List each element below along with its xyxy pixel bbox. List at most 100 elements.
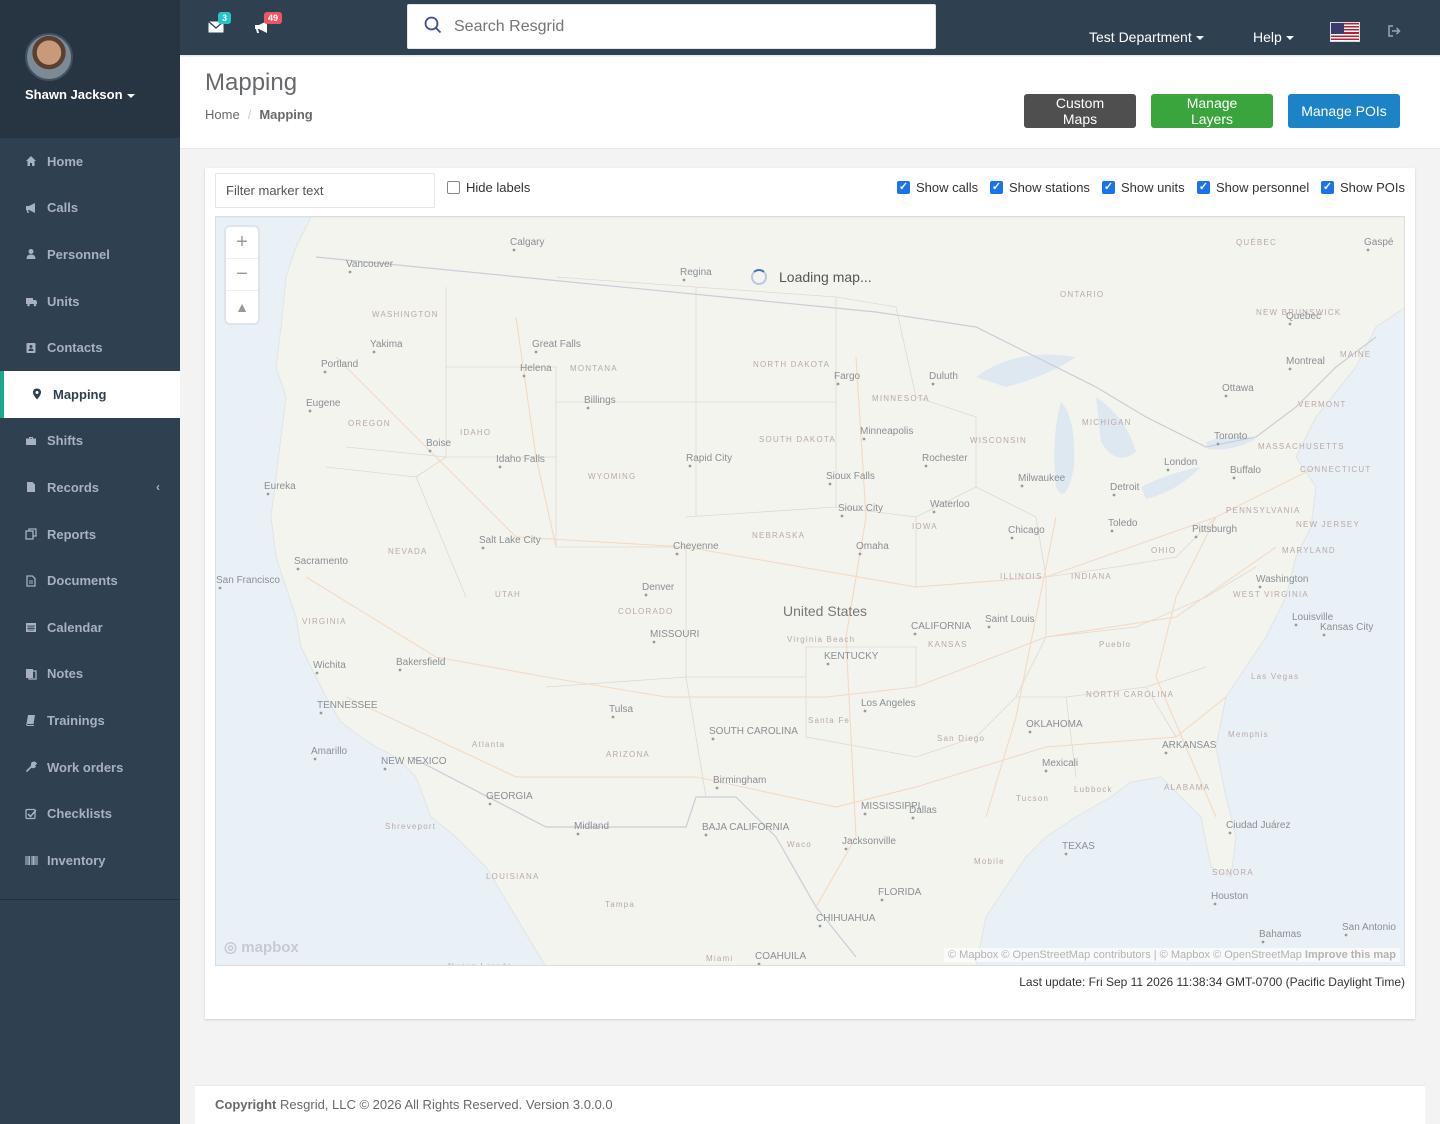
show-stations-checkbox[interactable]: Show stations (990, 180, 1090, 195)
checkbox-checked[interactable] (1197, 181, 1210, 194)
search-box[interactable] (407, 4, 936, 49)
zoom-out-button[interactable]: − (226, 259, 258, 291)
city-dot (913, 632, 917, 636)
city-dot (1322, 633, 1326, 637)
sidebar-item-label: Work orders (47, 759, 124, 775)
calendar-icon (24, 620, 38, 634)
sidebar-item-work-orders[interactable]: Work orders (0, 744, 180, 791)
page-title: Mapping (205, 69, 298, 96)
sidebar: Shawn Jackson Home Calls Personnel Units… (0, 0, 180, 1124)
map-label: FLORIDA (878, 887, 922, 898)
map-label: VERMONT (1298, 400, 1346, 409)
map-label: Vancouver (346, 259, 394, 270)
checkbox-checked[interactable] (990, 181, 1003, 194)
sidebar-item-calls[interactable]: Calls (0, 185, 180, 232)
sidebar-item-home[interactable]: Home (0, 138, 180, 185)
sidebar-item-label: Checklists (47, 806, 113, 822)
map-label: Yakima (370, 339, 403, 350)
map-label: INDIANA (1071, 572, 1112, 581)
show-calls-checkbox[interactable]: Show calls (897, 180, 978, 195)
manage-layers-button[interactable]: Manage Layers (1151, 94, 1273, 128)
sidebar-item-contacts[interactable]: Contacts (0, 324, 180, 371)
custom-maps-button[interactable]: Custom Maps (1024, 94, 1136, 128)
map-label: Pittsburgh (1192, 524, 1237, 535)
map-label: Los Angeles (861, 698, 916, 709)
sidebar-item-personnel[interactable]: Personnel (0, 231, 180, 278)
sidebar-item-label: Trainings (47, 712, 105, 728)
sidebar-item-units[interactable]: Units (0, 278, 180, 325)
department-menu[interactable]: Test Department (1089, 29, 1204, 45)
city-dot (844, 847, 848, 851)
checkbox-checked[interactable] (897, 181, 910, 194)
checkbox-unchecked[interactable] (447, 181, 460, 194)
sidebar-item-records[interactable]: Records ‹ (0, 464, 180, 511)
sidebar-item-label: Units (47, 293, 80, 309)
show-pois-checkbox[interactable]: Show POIs (1321, 180, 1405, 195)
search-input[interactable] (454, 15, 914, 39)
map-label: LOUISIANA (486, 872, 539, 881)
map-label: WYOMING (588, 472, 636, 481)
city-dot (704, 833, 708, 837)
map-label: London (1164, 457, 1197, 468)
filter-marker-input[interactable] (215, 173, 435, 208)
messages-badge: 3 (218, 12, 232, 24)
sidebar-item-calendar[interactable]: Calendar (0, 604, 180, 651)
briefcase-icon (24, 434, 38, 448)
mapbox-logo[interactable]: ◎ mapbox (224, 938, 299, 956)
city-dot (1344, 933, 1348, 937)
sidebar-item-shifts[interactable]: Shifts (0, 418, 180, 465)
map-label: Salt Lake City (479, 535, 541, 546)
map-label: TENNESSEE (317, 700, 378, 711)
sidebar-item-inventory[interactable]: Inventory (0, 837, 180, 884)
sidebar-item-trainings[interactable]: Trainings (0, 697, 180, 744)
map-label: Toledo (1108, 518, 1138, 529)
improve-map-link[interactable]: Improve this map (1305, 949, 1396, 961)
city-dot (319, 711, 323, 715)
city-dot (1213, 902, 1217, 906)
map-label: Rapid City (686, 453, 732, 464)
user-menu[interactable]: Shawn Jackson (25, 87, 135, 102)
checkbox-checked[interactable] (1102, 181, 1115, 194)
city-dot (931, 382, 935, 386)
sidebar-item-checklists[interactable]: Checklists (0, 790, 180, 837)
map-label: Houston (1211, 891, 1248, 902)
map-label: Sioux City (838, 503, 883, 514)
sidebar-item-mapping[interactable]: Mapping (0, 370, 180, 418)
compass-button[interactable]: ▲ (226, 291, 258, 323)
map-label: San Diego (937, 734, 985, 743)
messages-button[interactable]: 3 (208, 12, 232, 38)
sidebar-item-documents[interactable]: Documents (0, 557, 180, 604)
show-personnel-checkbox[interactable]: Show personnel (1197, 180, 1309, 195)
avatar[interactable] (25, 33, 73, 81)
map-label: Omaha (856, 541, 889, 552)
hide-labels-checkbox[interactable]: Hide labels (447, 180, 530, 195)
breadcrumb-current: Mapping (259, 107, 313, 122)
map-label: WEST VIRGINIA (1233, 590, 1309, 599)
notifications-button[interactable]: 49 (254, 12, 283, 38)
sidebar-item-notes[interactable]: Notes (0, 651, 180, 698)
map-canvas[interactable]: Vancouver Calgary Regina QUÉBEC Gaspé WASHING… (215, 216, 1405, 966)
city-dot (1258, 585, 1262, 589)
map-label: Saint Louis (985, 614, 1034, 625)
us-flag-icon[interactable] (1330, 22, 1360, 42)
map-label: San Antonio (1342, 922, 1396, 933)
help-menu[interactable]: Help (1253, 29, 1294, 45)
breadcrumb: Home / Mapping (205, 107, 313, 122)
map-label: Montreal (1286, 356, 1325, 367)
city-dot (1288, 367, 1292, 371)
sidebar-item-label: Mapping (53, 386, 107, 402)
show-units-checkbox[interactable]: Show units (1102, 180, 1185, 195)
breadcrumb-home[interactable]: Home (205, 107, 240, 122)
map-label: Rochester (922, 453, 968, 464)
map-label: Waco (787, 840, 812, 849)
logout-icon[interactable] (1388, 25, 1401, 40)
map-attribution[interactable]: © Mapbox © OpenStreetMap contributors | … (944, 948, 1400, 962)
manage-pois-button[interactable]: Manage POIs (1288, 94, 1400, 128)
map-label: Ottawa (1222, 383, 1254, 394)
city-dot (836, 382, 840, 386)
city-dot (348, 270, 352, 274)
zoom-in-button[interactable]: + (226, 227, 258, 259)
last-update-text: Last update: Fri Sep 11 2026 11:38:34 GM… (1019, 975, 1405, 989)
sidebar-item-reports[interactable]: Reports (0, 511, 180, 558)
checkbox-checked[interactable] (1321, 181, 1334, 194)
